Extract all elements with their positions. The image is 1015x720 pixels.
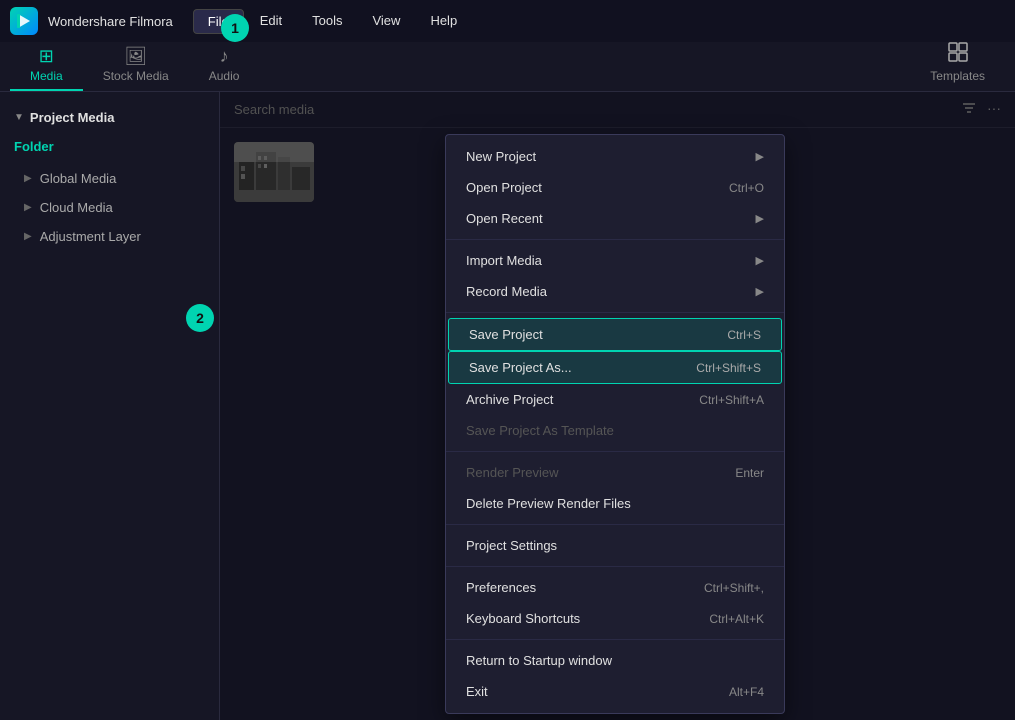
divider-5 xyxy=(446,566,784,567)
app-logo xyxy=(10,7,38,35)
tab-media[interactable]: ⊞ Media xyxy=(10,40,83,91)
menu-exit[interactable]: Exit Alt+F4 xyxy=(446,676,784,707)
menu-keyboard-shortcuts[interactable]: Keyboard Shortcuts Ctrl+Alt+K xyxy=(446,603,784,634)
menu-new-project-label: New Project xyxy=(466,149,536,164)
nav-tabs: ⊞ Media 🖼 Stock Media ♪ Audio Templates xyxy=(0,42,1015,92)
step-badge-1: 1 xyxy=(221,14,249,42)
menu-record-media[interactable]: Record Media ▶ xyxy=(446,276,784,307)
menu-preferences[interactable]: Preferences Ctrl+Shift+, xyxy=(446,572,784,603)
menu-save-project-as-shortcut: Ctrl+Shift+S xyxy=(696,361,761,375)
tools-menu[interactable]: Tools xyxy=(298,9,356,34)
menu-save-project-as[interactable]: Save Project As... Ctrl+Shift+S xyxy=(448,351,782,384)
menu-preferences-shortcut: Ctrl+Shift+, xyxy=(704,581,764,595)
menu-import-media[interactable]: Import Media ▶ xyxy=(446,245,784,276)
menu-keyboard-shortcuts-label: Keyboard Shortcuts xyxy=(466,611,580,626)
menu-return-startup[interactable]: Return to Startup window xyxy=(446,645,784,676)
file-dropdown-menu: New Project ▶ Open Project Ctrl+O Open R… xyxy=(445,134,785,714)
sidebar-item-global-media[interactable]: ▶ Global Media xyxy=(0,164,219,193)
tab-templates-label: Templates xyxy=(930,69,985,83)
menu-keyboard-shortcuts-shortcut: Ctrl+Alt+K xyxy=(709,612,764,626)
templates-icon xyxy=(948,42,968,67)
menu-exit-shortcut: Alt+F4 xyxy=(729,685,764,699)
divider-2 xyxy=(446,312,784,313)
sidebar-item-arrow: ▶ xyxy=(24,173,32,184)
menu-open-recent[interactable]: Open Recent ▶ xyxy=(446,203,784,234)
tab-audio-label: Audio xyxy=(209,69,240,83)
sidebar-item-adjustment-label: Adjustment Layer xyxy=(40,229,141,244)
sidebar-section-title: Project Media xyxy=(30,110,115,125)
divider-3 xyxy=(446,451,784,452)
sidebar-arrow: ▼ xyxy=(14,112,24,123)
menu-exit-label: Exit xyxy=(466,684,488,699)
menu-save-as-template-label: Save Project As Template xyxy=(466,423,614,438)
view-menu[interactable]: View xyxy=(358,9,414,34)
sidebar-section-header: ▼ Project Media xyxy=(0,102,219,133)
menu-open-project-shortcut: Ctrl+O xyxy=(729,181,764,195)
menu-delete-preview[interactable]: Delete Preview Render Files xyxy=(446,488,784,519)
tab-media-label: Media xyxy=(30,69,63,83)
sidebar-item-arrow-2: ▶ xyxy=(24,202,32,213)
sidebar-item-adjustment-layer[interactable]: ▶ Adjustment Layer xyxy=(0,222,219,251)
divider-4 xyxy=(446,524,784,525)
menu-render-preview-shortcut: Enter xyxy=(735,466,764,480)
menu-new-project[interactable]: New Project ▶ xyxy=(446,141,784,172)
help-menu[interactable]: Help xyxy=(416,9,471,34)
menu-project-settings-label: Project Settings xyxy=(466,538,557,553)
sidebar-item-cloud-media-label: Cloud Media xyxy=(40,200,113,215)
menu-record-media-label: Record Media xyxy=(466,284,547,299)
menu-import-media-label: Import Media xyxy=(466,253,542,268)
tab-stock-media[interactable]: 🖼 Stock Media xyxy=(83,40,189,91)
edit-menu[interactable]: Edit xyxy=(246,9,296,34)
new-project-arrow: ▶ xyxy=(756,150,764,163)
menu-open-project-label: Open Project xyxy=(466,180,542,195)
sidebar-item-cloud-media[interactable]: ▶ Cloud Media xyxy=(0,193,219,222)
sidebar-folder[interactable]: Folder xyxy=(0,133,219,164)
menu-save-project-label: Save Project xyxy=(469,327,543,342)
menu-preferences-label: Preferences xyxy=(466,580,536,595)
tab-stock-media-label: Stock Media xyxy=(103,69,169,83)
menu-render-preview: Render Preview Enter xyxy=(446,457,784,488)
main-layout: ▼ Project Media Folder ▶ Global Media ▶ … xyxy=(0,92,1015,720)
media-icon: ⊞ xyxy=(39,46,54,67)
menu-archive-project-label: Archive Project xyxy=(466,392,553,407)
import-media-arrow: ▶ xyxy=(756,254,764,267)
audio-icon: ♪ xyxy=(220,46,229,67)
sidebar-item-global-media-label: Global Media xyxy=(40,171,117,186)
menu-project-settings[interactable]: Project Settings xyxy=(446,530,784,561)
menu-archive-project[interactable]: Archive Project Ctrl+Shift+A xyxy=(446,384,784,415)
tab-audio[interactable]: ♪ Audio xyxy=(189,40,260,91)
sidebar: ▼ Project Media Folder ▶ Global Media ▶ … xyxy=(0,92,220,720)
open-recent-arrow: ▶ xyxy=(756,212,764,225)
menu-render-preview-label: Render Preview xyxy=(466,465,559,480)
sidebar-item-arrow-3: ▶ xyxy=(24,231,32,242)
step-badge-2: 2 xyxy=(186,304,214,332)
divider-1 xyxy=(446,239,784,240)
content-area: ··· xyxy=(220,92,1015,720)
menu-save-project-as-label: Save Project As... xyxy=(469,360,572,375)
menu-return-startup-label: Return to Startup window xyxy=(466,653,612,668)
title-bar: Wondershare Filmora File Edit Tools View… xyxy=(0,0,1015,42)
menu-save-as-template: Save Project As Template xyxy=(446,415,784,446)
record-media-arrow: ▶ xyxy=(756,285,764,298)
menu-open-recent-label: Open Recent xyxy=(466,211,543,226)
menu-save-project[interactable]: Save Project Ctrl+S xyxy=(448,318,782,351)
app-name: Wondershare Filmora xyxy=(48,14,173,29)
tab-templates[interactable]: Templates xyxy=(910,36,1005,91)
stock-media-icon: 🖼 xyxy=(124,46,147,67)
menu-open-project[interactable]: Open Project Ctrl+O xyxy=(446,172,784,203)
menu-save-project-shortcut: Ctrl+S xyxy=(727,328,761,342)
divider-6 xyxy=(446,639,784,640)
menu-delete-preview-label: Delete Preview Render Files xyxy=(466,496,631,511)
menu-archive-project-shortcut: Ctrl+Shift+A xyxy=(699,393,764,407)
